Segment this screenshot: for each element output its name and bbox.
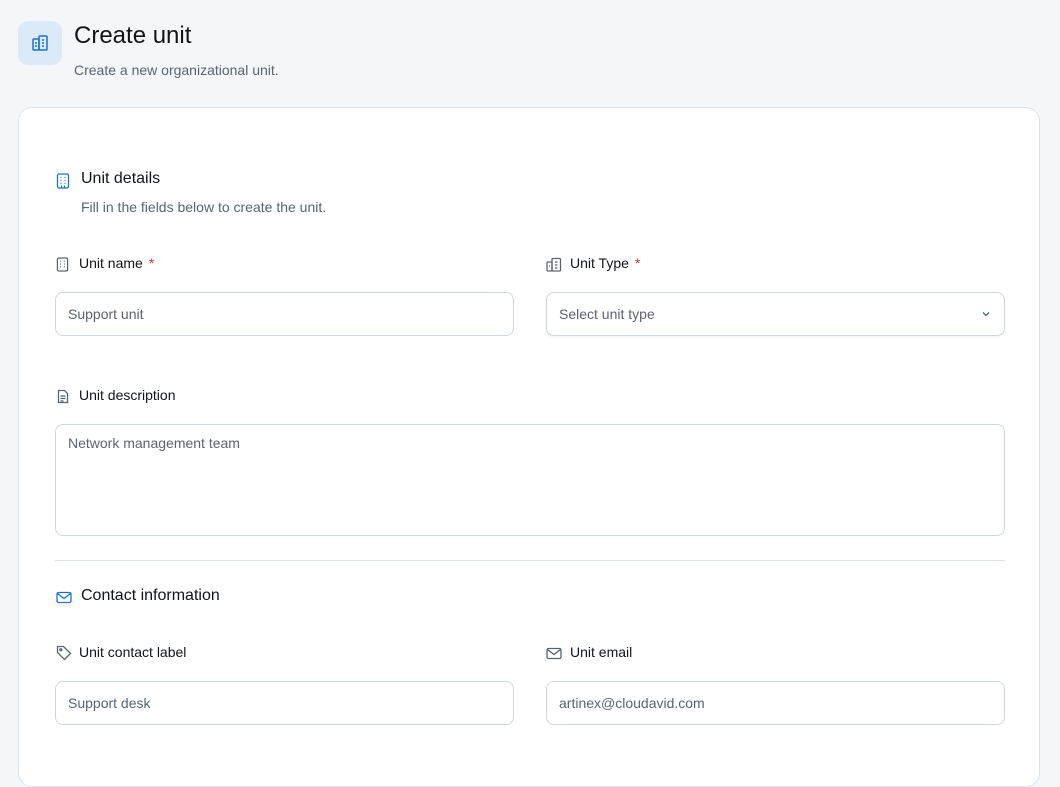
unit-email-placeholder: artinex@cloudavid.com <box>559 695 705 711</box>
office-building-icon <box>546 257 562 272</box>
unit-type-label: Unit Type * <box>570 255 641 271</box>
section-divider <box>55 560 1005 561</box>
unit-contact-label-label: Unit contact label <box>79 644 187 660</box>
unit-email-label: Unit email <box>570 644 633 660</box>
unit-type-selected: Select unit type <box>559 306 655 322</box>
chevron-down-icon <box>980 308 992 320</box>
unit-description-label: Unit description <box>79 387 176 403</box>
header-building-icon <box>18 21 62 65</box>
tag-icon <box>56 645 72 661</box>
contact-information-title: Contact information <box>81 587 220 604</box>
unit-contact-label-placeholder: Support desk <box>68 695 151 711</box>
required-mark: * <box>148 255 155 271</box>
unit-name-input[interactable]: Support unit <box>55 292 514 336</box>
building-icon <box>56 257 69 272</box>
building-icon <box>56 173 70 189</box>
unit-contact-label-input[interactable]: Support desk <box>55 681 514 725</box>
unit-name-label: Unit name * <box>79 255 155 271</box>
document-icon <box>57 389 69 404</box>
unit-type-select[interactable]: Select unit type <box>546 292 1005 336</box>
unit-description-textarea[interactable]: Network management team <box>55 424 1005 536</box>
unit-details-description: Fill in the fields below to create the u… <box>81 199 327 215</box>
mail-icon <box>546 647 562 660</box>
unit-email-input[interactable]: artinex@cloudavid.com <box>546 681 1005 725</box>
page-subtitle: Create a new organizational unit. <box>74 62 279 78</box>
unit-description-placeholder: Network management team <box>68 435 240 451</box>
unit-details-title: Unit details <box>81 170 161 187</box>
required-mark: * <box>634 255 641 271</box>
unit-name-placeholder: Support unit <box>68 306 144 322</box>
mail-icon <box>56 591 72 604</box>
page-title: Create unit <box>74 22 192 49</box>
form-card: Unit details Fill in the fields below to… <box>18 107 1040 787</box>
